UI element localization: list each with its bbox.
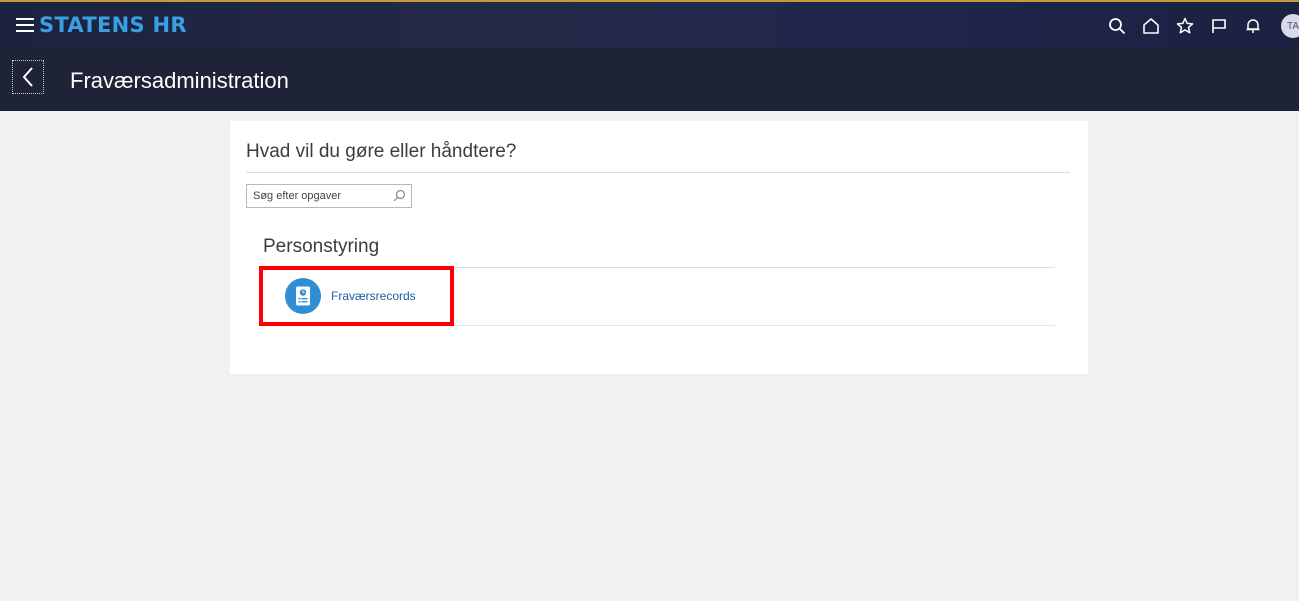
home-icon[interactable]	[1135, 12, 1167, 40]
bell-icon[interactable]	[1237, 12, 1269, 40]
page-header: Fraværsadministration	[0, 48, 1299, 111]
task-search	[246, 184, 412, 208]
highlight-box	[259, 266, 454, 326]
divider	[246, 172, 1070, 173]
menu-icon[interactable]	[16, 18, 34, 32]
back-button[interactable]	[12, 60, 44, 94]
chevron-left-icon	[22, 67, 33, 87]
section-title: Personstyring	[263, 236, 380, 257]
flag-icon[interactable]	[1203, 12, 1235, 40]
user-avatar[interactable]: TA	[1281, 14, 1299, 38]
star-icon[interactable]	[1169, 12, 1201, 40]
panel-heading: Hvad vil du gøre eller håndtere?	[246, 141, 517, 162]
global-header: STATENS HR TA	[0, 0, 1299, 48]
search-input[interactable]	[247, 185, 387, 207]
global-icons: TA	[1099, 12, 1299, 40]
brand-name: STATENS HR	[39, 13, 187, 37]
page-title: Fraværsadministration	[70, 68, 289, 93]
search-icon[interactable]	[1101, 12, 1133, 40]
search-icon[interactable]	[392, 189, 406, 203]
tasks-panel: Hvad vil du gøre eller håndtere? Persons…	[230, 121, 1088, 374]
brand[interactable]: STATENS HR	[16, 10, 187, 40]
